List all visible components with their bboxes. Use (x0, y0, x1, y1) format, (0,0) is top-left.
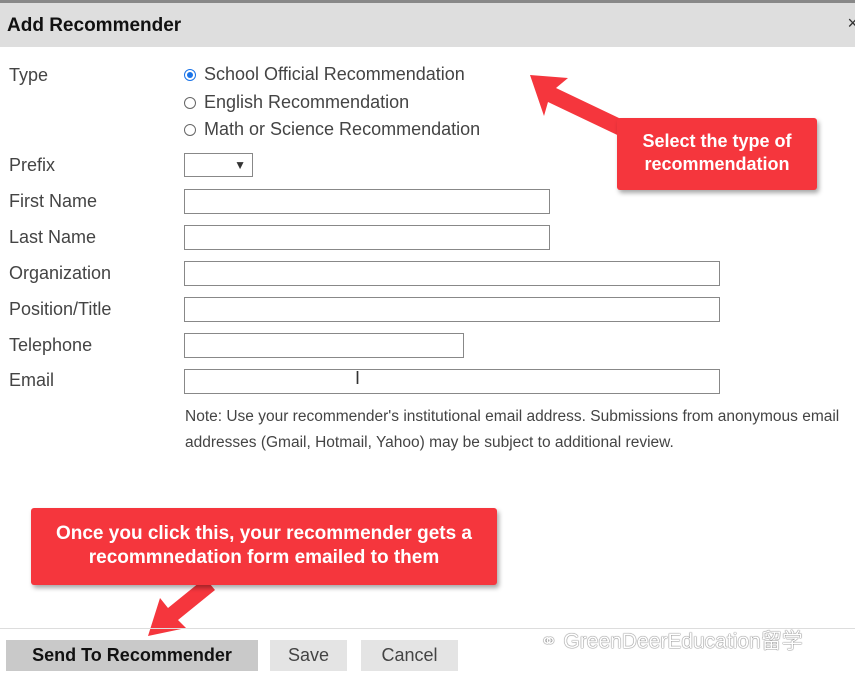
watermark: ⚭ GreenDeerEducation留学 (540, 625, 803, 655)
watermark-text: GreenDeerEducation留学 (563, 630, 803, 653)
type-callout: Select the type of recommendation (617, 118, 817, 190)
send-to-recommender-button[interactable]: Send To Recommender (6, 640, 258, 671)
wechat-icon: ⚭ (540, 630, 564, 653)
send-callout: Once you click this, your recommender ge… (31, 508, 497, 585)
save-button[interactable]: Save (270, 640, 347, 671)
cancel-button[interactable]: Cancel (361, 640, 458, 671)
